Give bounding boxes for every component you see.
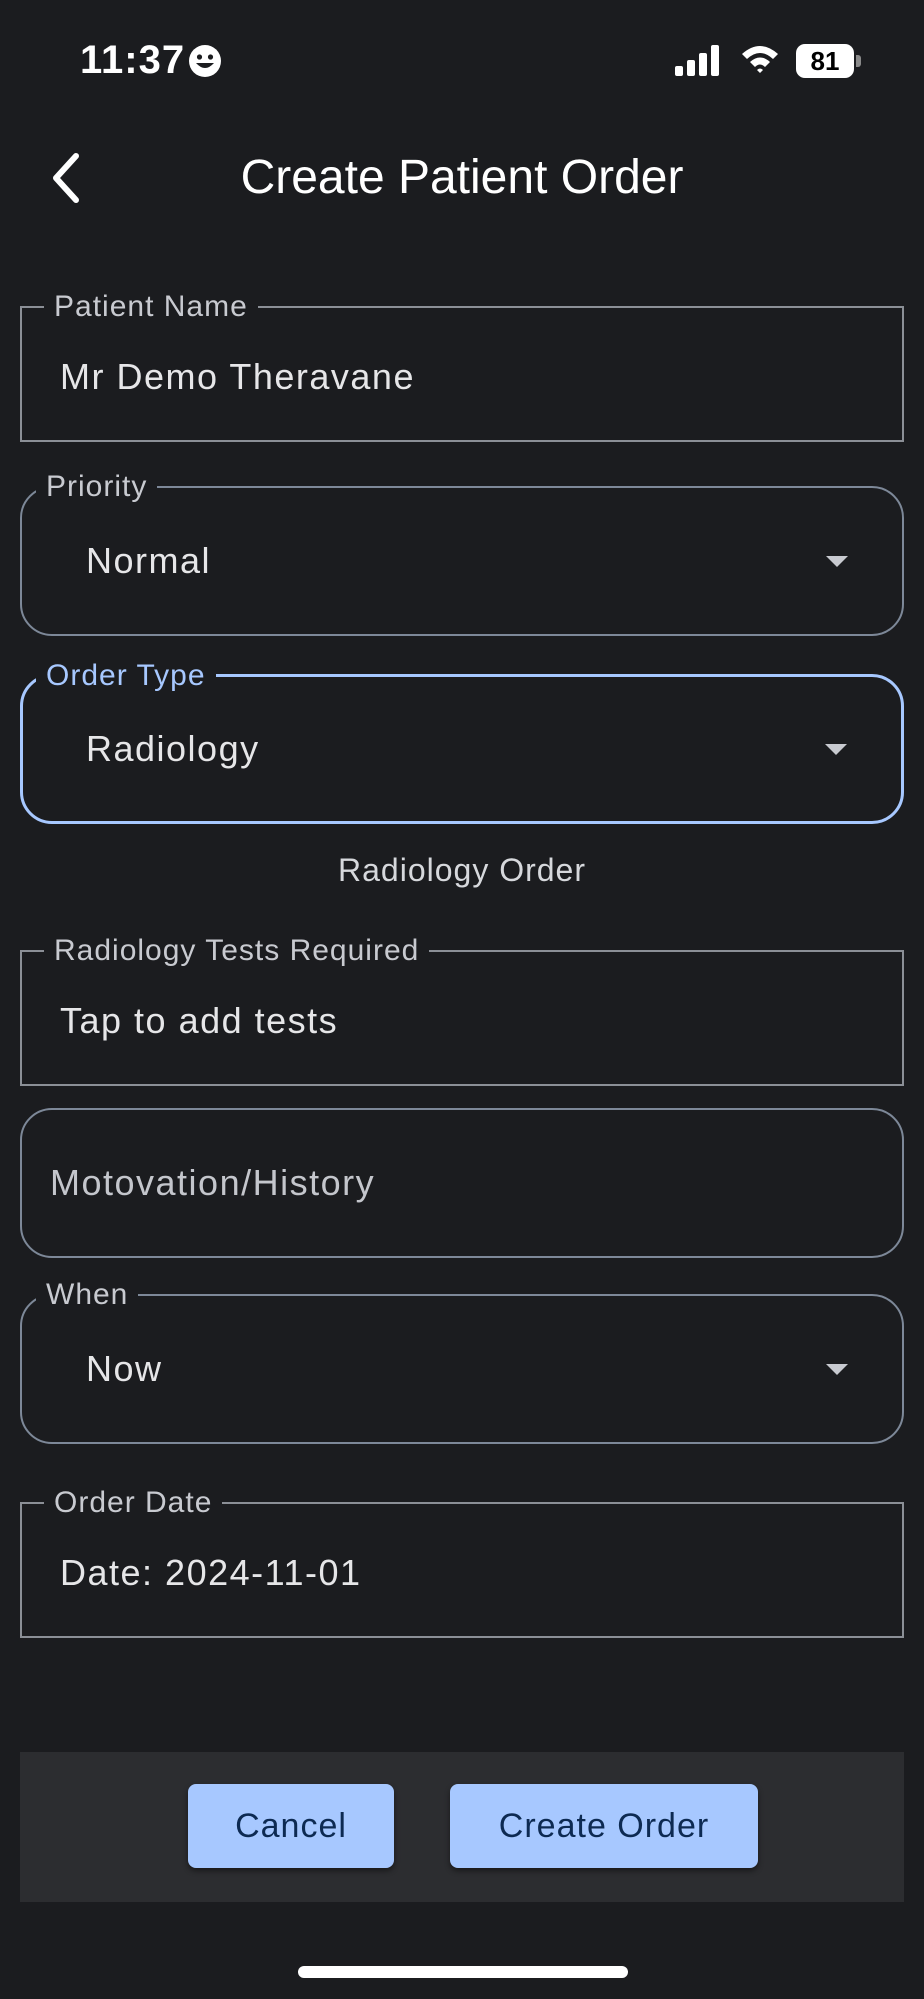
home-indicator[interactable] <box>298 1966 628 1978</box>
radiology-tests-field[interactable]: Radiology Tests Required Tap to add test… <box>20 934 904 1086</box>
radiology-tests-label: Radiology Tests Required <box>44 934 430 968</box>
order-date-value: Date: 2024-11-01 <box>60 1552 362 1593</box>
motivation-history-input[interactable]: Motovation/History <box>20 1108 904 1258</box>
dropdown-arrow-icon <box>826 1364 848 1375</box>
priority-select[interactable]: Priority Normal <box>20 470 904 636</box>
when-label: When <box>36 1278 139 1312</box>
patient-name-label: Patient Name <box>44 290 258 324</box>
action-bar: Cancel Create Order <box>20 1752 904 1902</box>
when-value: Now <box>86 1348 163 1389</box>
wifi-icon <box>742 46 778 73</box>
when-select[interactable]: When Now <box>20 1278 904 1444</box>
page-title: Create Patient Order <box>240 151 684 204</box>
priority-value: Normal <box>86 540 212 581</box>
dropdown-arrow-icon <box>825 744 847 755</box>
order-type-label: Order Type <box>36 659 216 693</box>
dropdown-arrow-icon <box>826 556 848 567</box>
smile-icon <box>189 45 221 77</box>
order-section-subtitle: Radiology Order <box>338 852 586 888</box>
patient-name-field[interactable]: Patient Name Mr Demo Theravane <box>20 290 904 442</box>
order-date-label: Order Date <box>44 1486 223 1520</box>
motivation-history-placeholder: Motovation/History <box>50 1162 376 1203</box>
battery-percentage: 81 <box>810 46 840 76</box>
create-order-button[interactable]: Create Order <box>450 1784 758 1868</box>
status-bar: 11:37 81 <box>0 0 924 120</box>
cancel-button[interactable]: Cancel <box>188 1784 394 1868</box>
order-type-select[interactable]: Order Type Radiology <box>20 659 904 824</box>
radiology-tests-value: Tap to add tests <box>60 1000 339 1041</box>
order-date-field[interactable]: Order Date Date: 2024-11-01 <box>20 1486 904 1638</box>
patient-name-value: Mr Demo Theravane <box>60 356 415 397</box>
signal-icon <box>675 45 719 76</box>
priority-label: Priority <box>36 470 158 504</box>
battery-icon: 81 <box>796 44 862 78</box>
order-type-value: Radiology <box>86 728 260 769</box>
status-time: 11:37 <box>80 38 186 82</box>
